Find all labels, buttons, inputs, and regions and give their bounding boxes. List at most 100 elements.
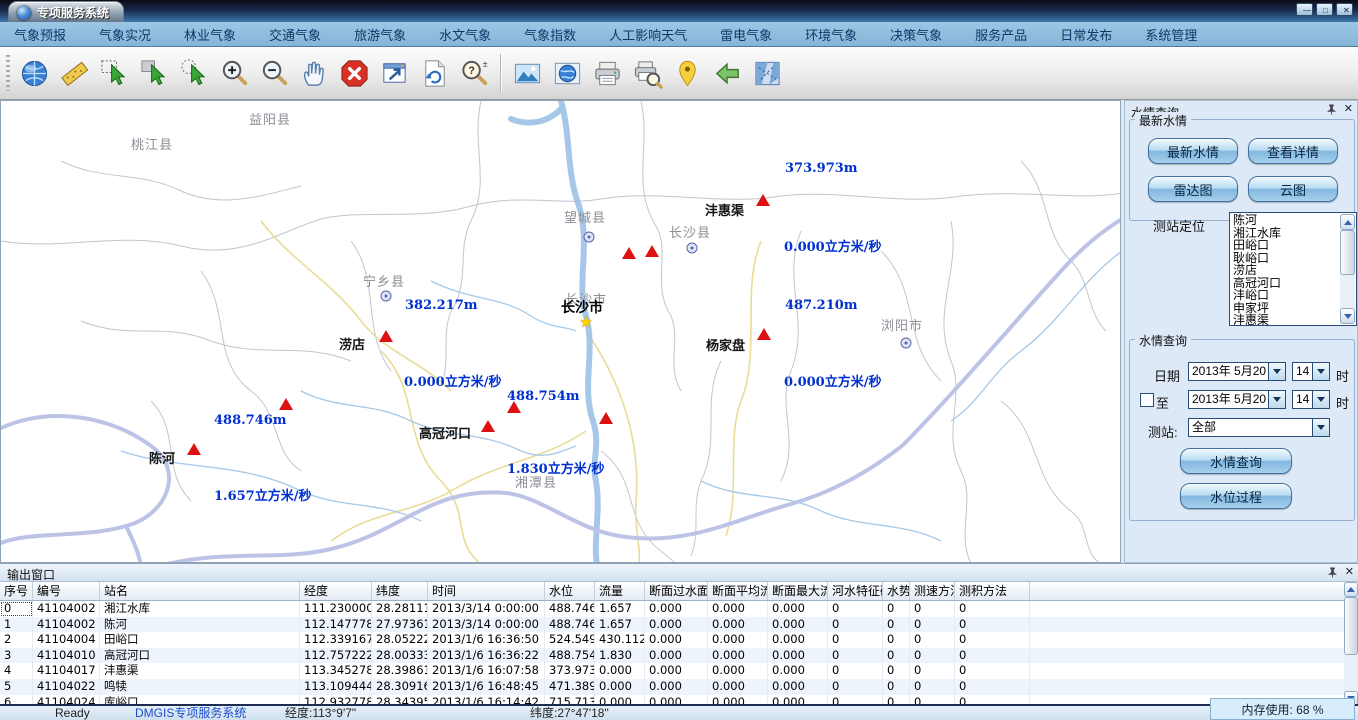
column-header[interactable]: 流量 xyxy=(595,582,645,600)
scroll-thumb[interactable] xyxy=(1344,597,1358,655)
menu-item[interactable]: 服务产品 xyxy=(975,25,1027,44)
column-header[interactable]: 经度 xyxy=(300,582,372,600)
menu-item[interactable]: 气象预报 xyxy=(14,25,66,44)
chevron-down-icon[interactable] xyxy=(1268,391,1285,408)
select-box-button[interactable] xyxy=(134,52,174,94)
maximize-button[interactable]: □ xyxy=(1316,3,1333,16)
pin-icon[interactable] xyxy=(1327,567,1338,578)
station-marker-icon xyxy=(481,420,495,432)
pan-button[interactable] xyxy=(294,52,334,94)
chevron-down-icon[interactable] xyxy=(1312,419,1329,436)
column-header[interactable]: 水位 xyxy=(545,582,595,600)
station-listbox[interactable]: 陈河湘江水库田峪口耿峪口涝店高冠河口沣峪口申家坪沣惠渠 xyxy=(1229,212,1357,326)
close-icon[interactable]: ✕ xyxy=(1344,104,1353,115)
world-view-button[interactable] xyxy=(547,52,587,94)
column-header[interactable]: 序号 xyxy=(0,582,33,600)
table-row[interactable]: 241104004田峪口112.33916728.0522222013/1/6 … xyxy=(0,632,1344,648)
column-header[interactable]: 断面最大流 xyxy=(768,582,828,600)
select-feature-button[interactable] xyxy=(94,52,134,94)
radar-chart-button[interactable]: 雷达图 xyxy=(1148,176,1238,202)
station-list-item[interactable]: 陈河 xyxy=(1231,214,1339,227)
station-combo[interactable]: 全部 xyxy=(1188,418,1330,437)
cloud-image-button[interactable]: 云图 xyxy=(1248,176,1338,202)
view-details-button[interactable]: 查看详情 xyxy=(1248,138,1338,164)
stop-button[interactable] xyxy=(334,52,374,94)
minimize-button[interactable]: — xyxy=(1296,3,1313,16)
date-to-combo[interactable]: 2013年 5月20日 xyxy=(1188,390,1286,409)
menu-item[interactable]: 决策气象 xyxy=(890,25,942,44)
menu-item[interactable]: 旅游气象 xyxy=(354,25,406,44)
column-header[interactable]: 断面平均流 xyxy=(708,582,768,600)
column-header[interactable]: 水势 xyxy=(883,582,910,600)
column-header[interactable]: 时间 xyxy=(428,582,545,600)
column-header[interactable]: 测积方法 xyxy=(955,582,1030,600)
table-row[interactable]: 441104017沣惠渠113.34527828.3986112013/1/6 … xyxy=(0,663,1344,679)
column-header[interactable]: 编号 xyxy=(33,582,100,600)
date-from-combo[interactable]: 2013年 5月20日 xyxy=(1188,362,1286,381)
full-extent-button[interactable] xyxy=(374,52,414,94)
identify-button[interactable] xyxy=(454,52,494,94)
map-overview-button[interactable] xyxy=(747,52,787,94)
scroll-up-button[interactable] xyxy=(1344,582,1358,597)
scroll-up-button[interactable] xyxy=(1340,214,1355,230)
print-preview-button[interactable] xyxy=(627,52,667,94)
back-button[interactable] xyxy=(707,52,747,94)
chevron-down-icon[interactable] xyxy=(1268,363,1285,380)
map-measurement-label: 373.973m xyxy=(785,161,858,176)
to-date-checkbox[interactable] xyxy=(1140,393,1154,407)
placemark-button[interactable] xyxy=(667,52,707,94)
station-list-item[interactable]: 涝店 xyxy=(1231,264,1339,277)
table-cell: 0.000 xyxy=(768,679,828,695)
table-scrollbar[interactable] xyxy=(1344,582,1358,706)
menu-item[interactable]: 系统管理 xyxy=(1145,25,1197,44)
globe-button[interactable] xyxy=(14,52,54,94)
menu-item[interactable]: 日常发布 xyxy=(1060,25,1112,44)
app-tab[interactable]: 专项服务系统 xyxy=(8,1,124,23)
table-row[interactable]: 541104022鸣犊113.10944428.3091672013/1/6 1… xyxy=(0,679,1344,695)
menu-item[interactable]: 人工影响天气 xyxy=(609,25,687,44)
chevron-down-icon[interactable] xyxy=(1312,363,1329,380)
menu-item[interactable]: 环境气象 xyxy=(805,25,857,44)
map-viewport[interactable]: 益阳县桃江县望城县长沙县宁乡县长沙市浏阳市湘潭县沣惠渠长沙市涝店杨家盘高冠河口陈… xyxy=(0,100,1121,563)
latest-water-button[interactable]: 最新水情 xyxy=(1148,138,1238,164)
water-level-process-button[interactable]: 水位过程 xyxy=(1180,483,1292,509)
station-list-item[interactable]: 沣惠渠 xyxy=(1231,314,1339,326)
close-button[interactable]: ✕ xyxy=(1336,3,1353,16)
close-icon[interactable]: ✕ xyxy=(1345,567,1354,578)
menu-item[interactable]: 水文气象 xyxy=(439,25,491,44)
table-row[interactable]: 341104010高冠河口112.75722228.0033332013/1/6… xyxy=(0,648,1344,664)
measure-button[interactable] xyxy=(54,52,94,94)
map-region-label: 长沙县 xyxy=(669,222,711,241)
station-marker-icon xyxy=(599,412,613,424)
zoom-in-button[interactable] xyxy=(214,52,254,94)
table-row[interactable]: 041104002湘江水库111.23000028.2811112013/3/1… xyxy=(0,601,1344,617)
chevron-down-icon[interactable] xyxy=(1312,391,1329,408)
station-list-item[interactable]: 沣峪口 xyxy=(1231,289,1339,302)
menu-item[interactable]: 雷电气象 xyxy=(720,25,772,44)
select-circle-button[interactable] xyxy=(174,52,214,94)
station-list-scrollbar[interactable] xyxy=(1340,214,1355,324)
water-query-button[interactable]: 水情查询 xyxy=(1180,448,1292,474)
scroll-thumb[interactable] xyxy=(1340,230,1355,275)
hour-from-combo[interactable]: 14 xyxy=(1292,362,1330,381)
column-header[interactable]: 站名 xyxy=(100,582,300,600)
menu-item[interactable]: 气象指数 xyxy=(524,25,576,44)
scroll-down-button[interactable] xyxy=(1340,308,1355,324)
menu-item[interactable]: 交通气象 xyxy=(269,25,321,44)
zoom-out-button[interactable] xyxy=(254,52,294,94)
menu-item[interactable]: 林业气象 xyxy=(184,25,236,44)
table-row[interactable]: 141104002陈河112.14777827.9736112013/3/14 … xyxy=(0,617,1344,633)
pin-icon[interactable] xyxy=(1326,104,1337,115)
table-cell: 0.000 xyxy=(645,679,708,695)
column-header[interactable]: 纬度 xyxy=(372,582,428,600)
toolbar-grip[interactable] xyxy=(6,55,10,91)
column-header[interactable]: 河水特征码 xyxy=(828,582,883,600)
column-header[interactable]: 断面过水面 xyxy=(645,582,708,600)
column-header[interactable]: 测速方法 xyxy=(910,582,955,600)
menu-item[interactable]: 气象实况 xyxy=(99,25,151,44)
refresh-button[interactable] xyxy=(414,52,454,94)
print-button[interactable] xyxy=(587,52,627,94)
station-list-item[interactable]: 田峪口 xyxy=(1231,239,1339,252)
image-export-button[interactable] xyxy=(507,52,547,94)
hour-to-combo[interactable]: 14 xyxy=(1292,390,1330,409)
